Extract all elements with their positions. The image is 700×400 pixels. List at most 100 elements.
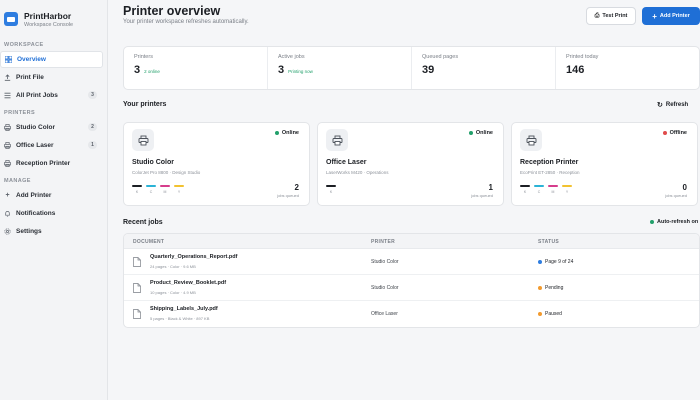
count-badge: 1 bbox=[88, 141, 97, 149]
stat-printers: Printers 3 2 online bbox=[124, 47, 268, 89]
sidebar-item-label: Print File bbox=[16, 74, 44, 81]
stat-value: 146 bbox=[566, 64, 585, 76]
sidebar-item-label: All Print Jobs bbox=[16, 92, 58, 99]
printer-model: LaserWorks M420 · Operations bbox=[326, 170, 389, 175]
brand[interactable]: PrintHarbor Workspace Console bbox=[0, 2, 107, 36]
job-status: Page 9 of 24 bbox=[538, 259, 573, 265]
sidebar-item-all-print-jobs[interactable]: All Print Jobs 3 bbox=[0, 87, 103, 104]
column-header-status[interactable]: STATUS bbox=[538, 239, 559, 245]
column-header-printer[interactable]: PRINTER bbox=[371, 239, 395, 245]
ink-bar bbox=[562, 185, 572, 187]
table-row[interactable]: Product_Review_Booklet.pdf 10 pages · Co… bbox=[124, 275, 699, 301]
bell-icon bbox=[4, 210, 11, 217]
status-label: Page 9 of 24 bbox=[545, 259, 574, 265]
sidebar-item-office-laser[interactable]: Office Laser 1 bbox=[0, 137, 103, 154]
printer-icon: ⎙ bbox=[594, 12, 600, 19]
status-label: Pending bbox=[545, 285, 564, 291]
sidebar-item-label: Overview bbox=[17, 56, 46, 63]
jobs-queued-label: jobs queued bbox=[277, 193, 299, 198]
sidebar-item-print-file[interactable]: Print File bbox=[0, 69, 103, 86]
status-dot bbox=[538, 286, 542, 290]
status-label: Online bbox=[281, 130, 299, 136]
stat-label: Printers bbox=[134, 54, 153, 60]
grid-icon bbox=[5, 56, 12, 63]
auto-refresh-label: Auto-refresh on bbox=[657, 219, 699, 225]
brand-subtitle: Workspace Console bbox=[24, 21, 74, 28]
printer-card-studio-color[interactable]: Online Studio Color ColorJet Pro 8800 · … bbox=[123, 122, 310, 206]
printer-card-reception-printer[interactable]: Offline Reception Printer EcoPrint ET-28… bbox=[511, 122, 698, 206]
ink-level-m: M bbox=[548, 185, 558, 194]
status-dot bbox=[662, 131, 667, 135]
sidebar-item-label: Studio Color bbox=[16, 124, 55, 131]
column-header-document[interactable]: DOCUMENT bbox=[133, 239, 164, 245]
job-printer: Studio Color bbox=[371, 259, 399, 265]
printer-icon bbox=[4, 160, 11, 167]
table-row[interactable]: Quarterly_Operations_Report.pdf 24 pages… bbox=[124, 249, 699, 275]
ink-level-c: C bbox=[534, 185, 544, 194]
jobs-queued-count: 0 bbox=[682, 183, 687, 192]
printer-card-office-laser[interactable]: Online Office Laser LaserWorks M420 · Op… bbox=[317, 122, 504, 206]
stat-value: 3 bbox=[134, 64, 141, 76]
status-dot bbox=[538, 312, 542, 316]
status-dot bbox=[538, 260, 542, 264]
recent-jobs-table: DOCUMENT PRINTER STATUS Quarterly_Operat… bbox=[123, 233, 700, 328]
status-dot bbox=[650, 220, 654, 224]
printer-icon bbox=[520, 129, 542, 151]
refresh-icon: ↻ bbox=[657, 102, 663, 109]
sidebar-section-workspace: WORKSPACE bbox=[4, 42, 44, 48]
stat-value: 3 bbox=[278, 64, 285, 76]
ink-label: C bbox=[149, 190, 153, 194]
status-dot bbox=[274, 131, 279, 135]
stat-label: Printed today bbox=[566, 54, 599, 60]
job-status: Paused bbox=[538, 311, 562, 317]
auto-refresh-toggle[interactable]: Auto-refresh on bbox=[650, 219, 698, 225]
ink-label: Y bbox=[177, 190, 181, 194]
sidebar-item-label: Office Laser bbox=[16, 142, 54, 149]
document-meta: 24 pages · Color · 9.6 MB bbox=[150, 264, 196, 269]
ink-level-k: K bbox=[326, 185, 336, 194]
status-dot bbox=[468, 131, 473, 135]
printer-model: EcoPrint ET-2850 · Reception bbox=[520, 170, 580, 175]
plus-icon: + bbox=[5, 192, 10, 199]
test-print-button[interactable]: ⎙ Test Print bbox=[586, 7, 636, 25]
table-row[interactable]: Shipping_Labels_July.pdf 5 pages · Black… bbox=[124, 301, 699, 327]
jobs-queued-count: 1 bbox=[488, 183, 493, 192]
sidebar: PrintHarbor Workspace Console WORKSPACE … bbox=[0, 0, 108, 400]
jobs-queued-label: jobs queued bbox=[471, 193, 493, 198]
list-icon bbox=[4, 92, 11, 99]
sidebar-item-reception-printer[interactable]: Reception Printer bbox=[0, 155, 103, 172]
add-printer-label: Add Printer bbox=[659, 13, 690, 19]
ink-bar bbox=[146, 185, 156, 187]
job-status: Pending bbox=[538, 285, 563, 291]
printer-name: Studio Color bbox=[132, 159, 174, 166]
document-meta: 10 pages · Color · 4.9 MB bbox=[150, 290, 196, 295]
ink-label: Y bbox=[565, 190, 569, 194]
stat-queued-pages: Queued pages 39 bbox=[412, 47, 556, 89]
sidebar-item-add-printer[interactable]: + Add Printer bbox=[0, 187, 103, 204]
printer-status: Online bbox=[468, 130, 493, 136]
ink-levels: K bbox=[326, 185, 340, 194]
table-header: DOCUMENT PRINTER STATUS bbox=[124, 234, 699, 249]
add-printer-button[interactable]: + Add Printer bbox=[642, 7, 700, 25]
document-icon bbox=[133, 257, 141, 267]
sidebar-item-notifications[interactable]: Notifications bbox=[0, 205, 103, 222]
gear-icon bbox=[4, 228, 11, 235]
printer-name: Office Laser bbox=[326, 159, 367, 166]
jobs-queued-label: jobs queued bbox=[665, 193, 687, 198]
status-label: Paused bbox=[545, 311, 562, 317]
ink-bar bbox=[132, 185, 142, 187]
printer-icon bbox=[4, 142, 11, 149]
stat-note: 2 online bbox=[144, 69, 160, 74]
job-printer: Office Laser bbox=[371, 311, 398, 317]
sidebar-item-settings[interactable]: Settings bbox=[0, 223, 103, 240]
ink-label: M bbox=[163, 190, 167, 194]
ink-bar bbox=[520, 185, 530, 187]
refresh-button[interactable]: ↻ Refresh bbox=[657, 101, 688, 109]
sidebar-section-printers: PRINTERS bbox=[4, 110, 36, 116]
sidebar-item-overview[interactable]: Overview bbox=[0, 51, 103, 68]
sidebar-item-label: Reception Printer bbox=[16, 160, 71, 167]
sidebar-item-studio-color[interactable]: Studio Color 2 bbox=[0, 119, 103, 136]
stat-printed-today: Printed today 146 bbox=[556, 47, 699, 89]
ink-level-k: K bbox=[520, 185, 530, 194]
ink-level-k: K bbox=[132, 185, 142, 194]
